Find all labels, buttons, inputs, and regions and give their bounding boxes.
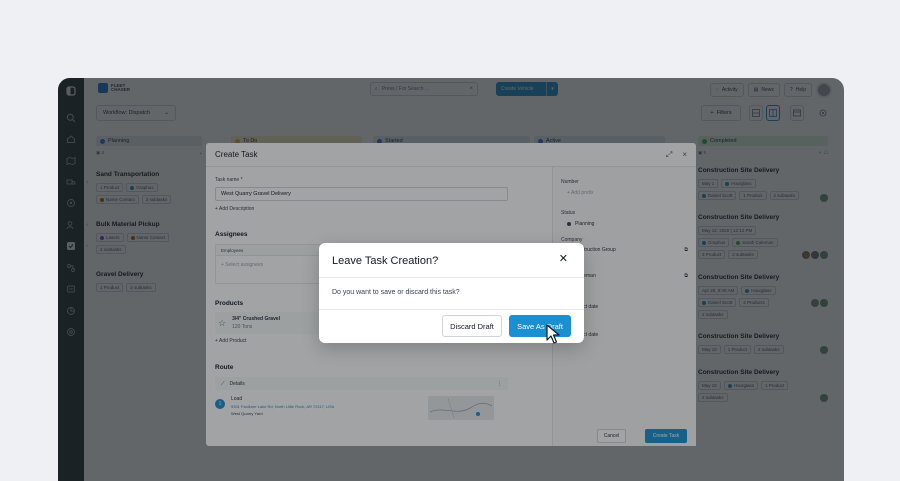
dialog-title: Leave Task Creation? — [332, 255, 439, 267]
dialog-message: Do you want to save or discard this task… — [332, 289, 460, 296]
leave-task-dialog: Leave Task Creation? ✕ Do you want to sa… — [319, 243, 584, 344]
discard-draft-button[interactable]: Discard Draft — [442, 315, 502, 337]
mouse-cursor-icon — [546, 324, 560, 344]
app-window: 4 4 2 FLEET CHASER ⌕ Press / For Search … — [58, 78, 844, 481]
dialog-divider — [319, 277, 584, 278]
save-as-draft-button[interactable]: Save As Draft — [509, 315, 571, 337]
close-icon[interactable]: ✕ — [559, 254, 568, 265]
discard-draft-label: Discard Draft — [450, 321, 494, 331]
dialog-divider — [319, 309, 584, 310]
